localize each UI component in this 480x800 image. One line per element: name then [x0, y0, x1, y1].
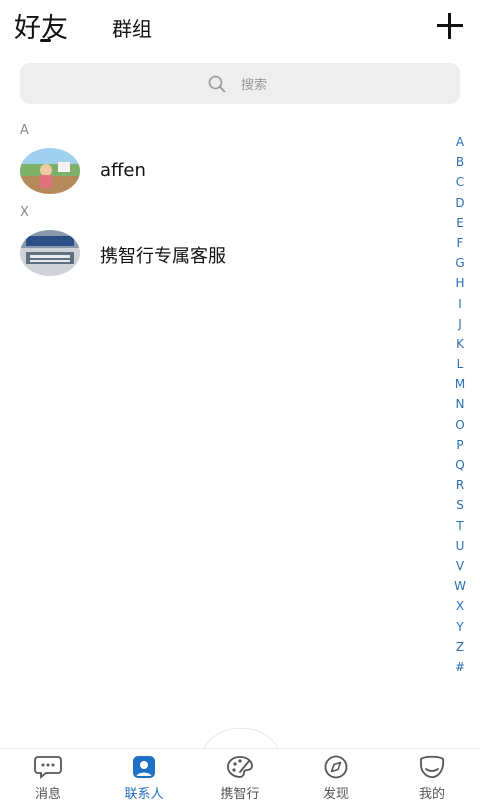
section-header-a: A [20, 123, 29, 138]
search-placeholder: 搜索 [241, 78, 268, 93]
tab-groups[interactable]: 群组 [112, 13, 152, 42]
chat-bubble-icon [34, 756, 62, 779]
alphabet-index-letter[interactable]: V [450, 556, 470, 576]
alphabet-index-letter[interactable]: A [450, 132, 470, 152]
profile-icon [420, 755, 445, 778]
nav-contacts[interactable]: 联系人 [96, 755, 192, 800]
alphabet-index-letter[interactable]: D [450, 193, 470, 213]
bottom-navigation: 消息 联系人 携智行 发现 我的 [0, 748, 480, 800]
alphabet-index-letter[interactable]: # [450, 657, 470, 677]
alphabet-index[interactable]: A B C D E F G H I J K L M N O P Q R S T U V W X Y Z # [450, 132, 470, 677]
contact-name: affen [100, 160, 146, 181]
alphabet-index-letter[interactable]: M [450, 374, 470, 394]
alphabet-index-letter[interactable]: E [450, 213, 470, 233]
alphabet-index-letter[interactable]: K [450, 334, 470, 354]
nav-label: 消息 [34, 787, 61, 800]
alphabet-index-letter[interactable]: Q [450, 455, 470, 475]
alphabet-index-letter[interactable]: I [450, 294, 470, 314]
contact-item-affen[interactable]: affen [0, 148, 440, 204]
alphabet-index-letter[interactable]: S [450, 495, 470, 515]
avatar [20, 148, 80, 194]
alphabet-index-letter[interactable]: Z [450, 637, 470, 657]
nav-profile[interactable]: 我的 [384, 755, 480, 800]
avatar [20, 230, 80, 276]
nav-label: 我的 [418, 787, 445, 800]
alphabet-index-letter[interactable]: J [450, 314, 470, 334]
alphabet-index-letter[interactable]: B [450, 152, 470, 172]
nav-label: 发现 [322, 787, 349, 800]
active-tab-indicator [40, 39, 51, 42]
contacts-icon [133, 756, 155, 778]
alphabet-index-letter[interactable]: C [450, 172, 470, 192]
search-icon [208, 75, 226, 93]
palette-icon [227, 756, 253, 778]
add-icon[interactable] [436, 12, 464, 40]
nav-xiezhixing[interactable]: 携智行 [192, 755, 288, 800]
alphabet-index-letter[interactable]: T [450, 516, 470, 536]
contact-item-customer-service[interactable]: 携智行专属客服 [0, 230, 440, 286]
nav-label: 携智行 [220, 787, 260, 800]
alphabet-index-letter[interactable]: W [450, 576, 470, 596]
alphabet-index-letter[interactable]: R [450, 475, 470, 495]
nav-label: 联系人 [124, 787, 164, 800]
nav-messages[interactable]: 消息 [0, 755, 96, 800]
alphabet-index-letter[interactable]: G [450, 253, 470, 273]
alphabet-index-letter[interactable]: O [450, 415, 470, 435]
alphabet-index-letter[interactable]: F [450, 233, 470, 253]
compass-icon [324, 755, 348, 779]
contact-name: 携智行专属客服 [100, 246, 226, 267]
section-header-x: X [20, 205, 29, 220]
alphabet-index-letter[interactable]: U [450, 536, 470, 556]
alphabet-index-letter[interactable]: P [450, 435, 470, 455]
alphabet-index-letter[interactable]: X [450, 596, 470, 616]
alphabet-index-letter[interactable]: N [450, 394, 470, 414]
top-header: 好友 群组 [0, 0, 480, 52]
alphabet-index-letter[interactable]: Y [450, 617, 470, 637]
nav-discover[interactable]: 发现 [288, 755, 384, 800]
alphabet-index-letter[interactable]: H [450, 273, 470, 293]
alphabet-index-letter[interactable]: L [450, 354, 470, 374]
search-input[interactable]: 搜索 [20, 63, 460, 104]
